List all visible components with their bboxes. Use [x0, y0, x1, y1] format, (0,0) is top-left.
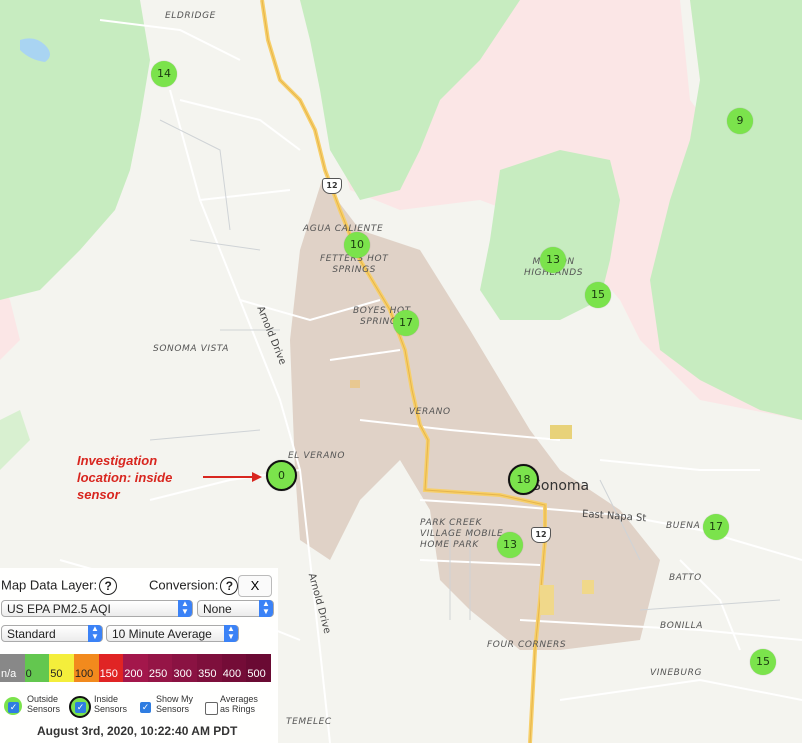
conversion-text: Conversion: — [149, 577, 219, 593]
place-label-batto: BATTO — [669, 573, 702, 583]
scale-label: 0 — [25, 668, 32, 680]
select-arrows-icon: ▲ ▼ — [224, 625, 238, 642]
place-label-sonoma: Sonoma — [532, 478, 590, 494]
scale-segment: 300 — [172, 654, 198, 682]
annotation-line: sensor — [77, 487, 120, 502]
annotation-line: location: inside — [77, 470, 173, 485]
scale-label: 500 — [247, 668, 266, 680]
select-arrows-icon: ▲ ▼ — [88, 625, 102, 642]
scale-label: 250 — [148, 668, 168, 680]
data-layer-select-value: US EPA PM2.5 AQI — [7, 602, 111, 616]
building — [582, 580, 594, 594]
scale-segment: 0 — [24, 654, 50, 682]
inside-sensor-marker[interactable]: 18 — [508, 464, 539, 495]
sensor-marker[interactable]: 15 — [585, 282, 611, 308]
average-select-value: 10 Minute Average — [112, 627, 212, 641]
scale-label: 350 — [198, 668, 217, 680]
inside-sensors-label: Inside Sensors — [94, 694, 128, 714]
sensor-marker[interactable]: 17 — [393, 310, 419, 336]
sensor-marker[interactable]: 13 — [497, 532, 523, 558]
scale-label: 150 — [99, 668, 118, 680]
place-label-park-creek: PARK CREEK VILLAGE MOBILE HOME PARK — [420, 518, 504, 550]
inside-sensors-checkbox[interactable]: ✓ — [75, 702, 86, 713]
help-icon[interactable]: ? — [99, 577, 118, 595]
route-12-shield: 12 — [322, 178, 342, 194]
scale-segment: 400 — [221, 654, 247, 682]
place-label-bonilla: BONILLA — [660, 621, 704, 631]
sensor-marker[interactable]: 10 — [344, 232, 370, 258]
building — [550, 425, 572, 439]
place-label-temelec: TEMELEC — [286, 717, 332, 727]
aqi-color-scale: n/a 0 50 100 150 200 250 300 350 400 500 — [0, 654, 272, 682]
mode-select[interactable]: Standard ▲ ▼ — [1, 625, 103, 642]
scale-label: 200 — [124, 668, 143, 680]
average-select[interactable]: 10 Minute Average ▲ ▼ — [106, 625, 239, 642]
scale-segment: 200 — [123, 654, 148, 682]
show-my-sensors-checkbox[interactable]: ✓ — [140, 702, 151, 713]
scale-label: 300 — [173, 668, 192, 680]
conversion-label: Conversion:? — [149, 577, 239, 595]
scale-label: 50 — [50, 668, 63, 680]
scale-segment: 50 — [49, 654, 74, 682]
scale-segment: 100 — [73, 654, 99, 682]
conversion-select-value: None — [203, 602, 232, 616]
averages-as-rings-checkbox[interactable] — [205, 702, 218, 715]
scale-segment: n/a — [0, 654, 25, 682]
scale-segment: 500 — [246, 654, 272, 682]
conversion-select[interactable]: None ▲ ▼ — [197, 600, 274, 617]
scale-label: 400 — [222, 668, 242, 680]
place-label-sonoma-vista: SONOMA VISTA — [153, 344, 229, 354]
close-button[interactable]: X — [238, 575, 272, 597]
scale-segment: 350 — [197, 654, 222, 682]
building — [540, 585, 554, 615]
place-label-vineburg: VINEBURG — [650, 668, 703, 678]
timestamp: August 3rd, 2020, 10:22:40 AM PDT — [37, 724, 238, 738]
sensor-marker[interactable]: 17 — [703, 514, 729, 540]
scale-segment: 250 — [147, 654, 173, 682]
outside-sensors-checkbox[interactable]: ✓ — [8, 702, 19, 713]
place-label-eldridge: ELDRIDGE — [165, 11, 216, 21]
map-data-layer-text: Map Data Layer: — [1, 577, 98, 593]
select-arrows-icon: ▲ ▼ — [259, 600, 273, 617]
help-icon[interactable]: ? — [220, 577, 239, 595]
scale-segment: 150 — [98, 654, 124, 682]
investigation-annotation: Investigation location: inside sensor — [77, 452, 172, 503]
place-label-agua-caliente: AGUA CALIENTE — [303, 224, 384, 234]
averages-as-rings-label: Averages as Rings — [220, 694, 258, 714]
scale-label: n/a — [1, 668, 17, 680]
data-layer-select[interactable]: US EPA PM2.5 AQI ▲ ▼ — [1, 600, 193, 617]
mode-select-value: Standard — [7, 627, 56, 641]
outside-sensors-label: Outside Sensors — [27, 694, 61, 714]
inside-sensor-marker[interactable]: 0 — [266, 460, 297, 491]
route-12-shield: 12 — [531, 527, 551, 543]
sensor-marker[interactable]: 9 — [727, 108, 753, 134]
sensor-marker[interactable]: 14 — [151, 61, 177, 87]
select-arrows-icon: ▲ ▼ — [178, 600, 192, 617]
map-data-layer-label: Map Data Layer:? — [1, 577, 118, 595]
scale-label: 100 — [74, 668, 94, 680]
sensor-marker[interactable]: 15 — [750, 649, 776, 675]
sensor-marker[interactable]: 13 — [540, 247, 566, 273]
place-label-four-corners: FOUR CORNERS — [487, 640, 567, 650]
place-label-verano: VERANO — [409, 407, 451, 417]
building — [350, 380, 360, 388]
show-my-sensors-label: Show My Sensors — [156, 694, 194, 714]
place-label-el-verano: EL VERANO — [288, 451, 346, 461]
annotation-line: Investigation — [77, 453, 158, 468]
place-label-buena: BUENA — [666, 521, 701, 531]
